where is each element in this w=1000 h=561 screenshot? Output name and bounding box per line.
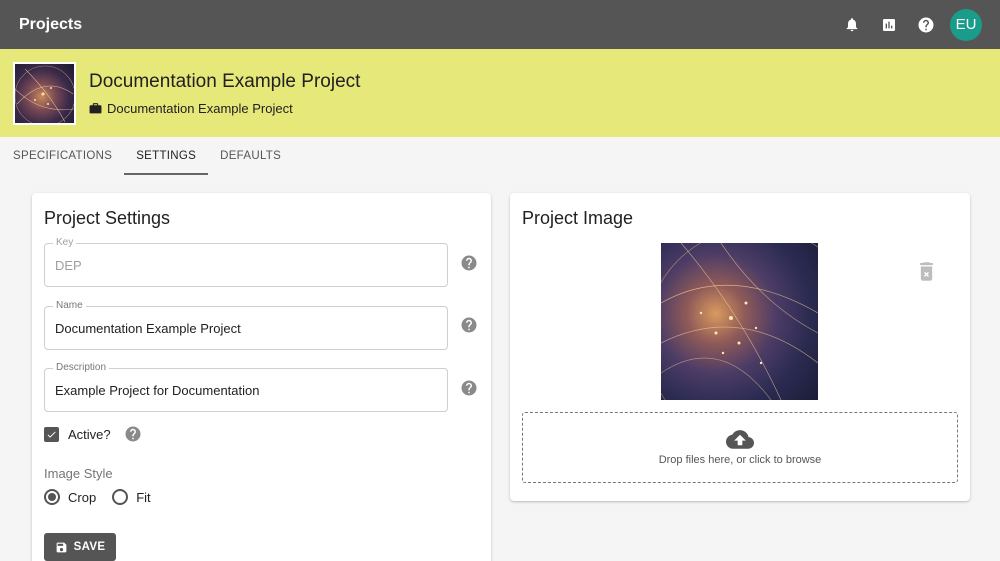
fit-radio-label: Fit	[136, 489, 151, 505]
globe-network-image	[661, 243, 818, 400]
active-checkbox-row: Active?	[44, 425, 142, 443]
app-title: Projects	[19, 15, 83, 33]
image-style-label: Image Style	[44, 466, 113, 481]
name-help-icon[interactable]	[460, 316, 478, 334]
active-help-icon[interactable]	[124, 425, 142, 443]
delete-image-icon[interactable]	[918, 261, 935, 287]
fit-radio[interactable]	[112, 489, 129, 505]
app-bar: Projects EU	[0, 0, 1000, 49]
project-subtitle-text: Documentation Example Project	[107, 100, 293, 116]
cloud-upload-icon	[726, 429, 754, 449]
project-title: Documentation Example Project	[89, 70, 361, 92]
crop-radio[interactable]	[44, 489, 60, 505]
crop-radio-dot	[48, 493, 56, 501]
name-field-value[interactable]: Documentation Example Project	[55, 321, 241, 336]
project-thumbnail	[13, 61, 76, 125]
key-field-value: DEP	[55, 258, 82, 273]
floppy-disk-icon	[56, 542, 67, 552]
active-checkbox[interactable]	[44, 426, 59, 442]
help-icon[interactable]	[907, 6, 944, 43]
user-avatar[interactable]: EU	[950, 8, 982, 41]
tab-defaults[interactable]: DEFAULTS	[208, 137, 293, 175]
project-subtitle: Documentation Example Project	[89, 101, 360, 116]
briefcase-icon	[89, 103, 102, 114]
image-dropzone[interactable]: Drop files here, or click to browse	[522, 412, 958, 483]
project-settings-heading: Project Settings	[44, 208, 171, 228]
name-field-label: Name	[53, 300, 86, 312]
description-help-icon[interactable]	[460, 379, 478, 397]
appbar-icons: EU	[833, 6, 982, 43]
key-help-icon[interactable]	[460, 254, 478, 272]
tab-specifications[interactable]: SPECIFICATIONS	[0, 137, 124, 175]
description-field[interactable]: Description Example Project for Document…	[44, 362, 448, 412]
description-field-label: Description	[53, 362, 110, 374]
save-button[interactable]: SAVE	[44, 533, 116, 561]
project-settings-card: Project Settings Key DEP Name Documentat…	[32, 193, 491, 561]
dropzone-text: Drop files here, or click to browse	[658, 453, 822, 466]
project-image-preview	[661, 243, 818, 400]
key-field: Key DEP	[44, 237, 448, 287]
project-image-card: Project Image Drop files here, or click …	[510, 193, 970, 501]
image-style-radio-group: Crop Fit	[44, 489, 167, 505]
tab-bar: SPECIFICATIONS SETTINGS DEFAULTS	[0, 137, 1000, 175]
save-button-label: SAVE	[73, 541, 106, 553]
chart-icon[interactable]	[870, 6, 907, 43]
tab-settings[interactable]: SETTINGS	[124, 137, 209, 175]
name-field[interactable]: Name Documentation Example Project	[44, 300, 448, 350]
project-image-heading: Project Image	[522, 208, 634, 228]
globe-thumbnail-art	[15, 65, 74, 123]
description-field-value[interactable]: Example Project for Documentation	[55, 383, 259, 398]
active-checkbox-label: Active?	[68, 426, 111, 442]
check-icon	[47, 431, 56, 438]
project-header: Documentation Example Project Documentat…	[0, 49, 1000, 137]
key-field-label: Key	[53, 237, 77, 249]
crop-radio-label: Crop	[68, 489, 97, 505]
bell-icon[interactable]	[833, 6, 870, 43]
